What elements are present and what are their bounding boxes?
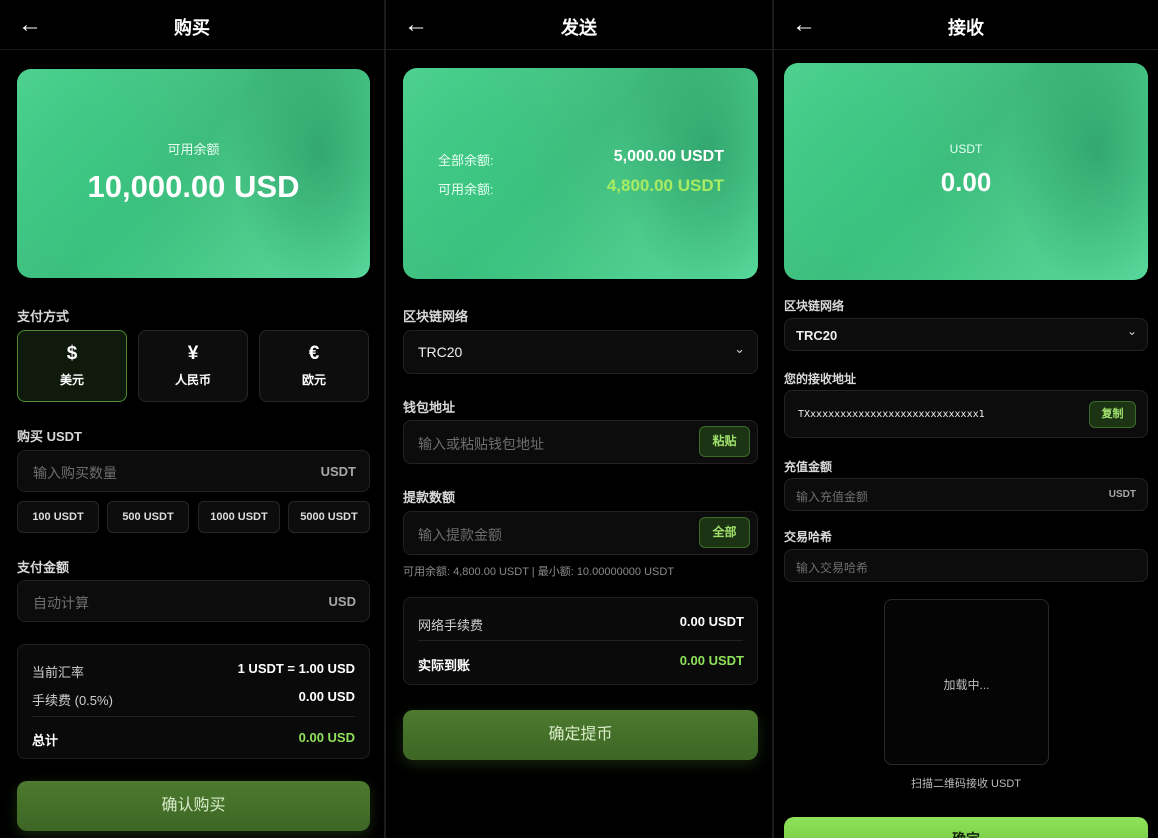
dollar-icon: $: [66, 343, 78, 364]
page-title: 接收: [948, 18, 984, 38]
qr-code-box: 加载中...: [884, 599, 1049, 765]
total-balance-label: 全部余额:: [438, 153, 494, 168]
tx-hash-label: 交易哈希: [784, 530, 833, 544]
pay-method-label: 人民币: [174, 373, 211, 387]
available-balance-label: 可用余额:: [438, 182, 494, 197]
quick-amount-100-button[interactable]: 100 USDT: [17, 501, 99, 533]
confirm-buy-button[interactable]: 确认购买: [17, 781, 370, 831]
balance-card: 可用余额 10,000.00 USD: [17, 69, 370, 278]
pay-method-label: 欧元: [301, 373, 326, 387]
buy-amount-input[interactable]: 输入购买数量 USDT: [17, 450, 370, 492]
withdraw-hint: 可用余额: 4,800.00 USDT | 最小额: 10.00000000 U…: [403, 566, 675, 578]
pay-amount-placeholder: 自动计算: [33, 595, 89, 611]
summary-divider: [32, 716, 355, 717]
buy-usdt-label: 购买 USDT: [17, 429, 83, 444]
quick-amount-5000-button[interactable]: 5000 USDT: [288, 501, 370, 533]
all-amount-button[interactable]: 全部: [699, 517, 750, 548]
pay-method-usd-button[interactable]: $ 美元: [17, 330, 127, 402]
send-header: ← 发送: [386, 0, 772, 50]
fee-summary-box: 网络手续费 0.00 USDT 实际到账 0.00 USDT: [403, 597, 758, 685]
buy-header: ← 购买: [0, 0, 384, 50]
receive-address-label: 您的接收地址: [784, 372, 857, 386]
wallet-address-label: 钱包地址: [403, 400, 456, 415]
send-panel: ← 发送 全部余额: 5,000.00 USDT 可用余额: 4,800.00 …: [386, 0, 772, 838]
withdraw-amount-placeholder: 输入提款金额: [418, 527, 502, 543]
network-label: 区块链网络: [784, 299, 845, 313]
actual-receive-value: 0.00 USDT: [679, 653, 744, 668]
network-select[interactable]: TRC20 ⌄: [784, 318, 1148, 351]
deposit-amount-label: 充值金额: [784, 460, 833, 474]
total-balance-value: 5,000.00 USDT: [613, 148, 724, 165]
fee-label: 手续费 (0.5%): [32, 693, 113, 708]
total-value: 0.00 USD: [298, 730, 355, 745]
fee-value: 0.00 USD: [298, 689, 355, 704]
receive-header: ← 接收: [774, 0, 1158, 50]
total-label: 总计: [32, 733, 59, 748]
pay-amount-unit: USD: [328, 594, 356, 609]
wallet-address-placeholder: 输入或粘贴钱包地址: [418, 436, 544, 452]
network-selected-value: TRC20: [418, 344, 463, 360]
tx-hash-placeholder: 输入交易哈希: [796, 561, 869, 575]
pay-method-eur-button[interactable]: € 欧元: [259, 330, 369, 402]
tx-hash-input[interactable]: 输入交易哈希: [784, 549, 1148, 582]
deposit-amount-placeholder: 输入充值金额: [796, 490, 869, 504]
balance-value: 10,000.00 USD: [87, 169, 300, 204]
euro-icon: €: [308, 343, 320, 364]
pay-amount-field: 自动计算 USD: [17, 580, 370, 622]
actual-receive-label: 实际到账: [418, 658, 471, 673]
page-title: 发送: [561, 18, 597, 38]
available-balance-value: 4,800.00 USDT: [606, 176, 724, 195]
send-balance-card: 全部余额: 5,000.00 USDT 可用余额: 4,800.00 USDT: [403, 68, 758, 279]
copy-address-button[interactable]: 复制: [1089, 401, 1136, 428]
receive-balance-card: USDT 0.00: [784, 63, 1148, 280]
pay-amount-label: 支付金额: [17, 560, 70, 575]
rate-value: 1 USDT = 1.00 USD: [237, 661, 355, 676]
receive-balance: 0.00: [940, 167, 992, 197]
network-selected-value: TRC20: [796, 328, 838, 343]
page-title: 购买: [174, 18, 210, 38]
fee-divider: [418, 640, 743, 641]
pay-method-cny-button[interactable]: ¥ 人民币: [138, 330, 248, 402]
withdraw-amount-label: 提款数额: [403, 490, 456, 505]
balance-label: 可用余额: [167, 142, 220, 157]
yen-icon: ¥: [187, 343, 199, 364]
buy-amount-unit: USDT: [320, 464, 356, 479]
paste-button[interactable]: 粘贴: [699, 426, 750, 457]
rate-label: 当前汇率: [32, 665, 85, 680]
buy-panel: ← 购买 可用余额 10,000.00 USD 支付方式 $ 美元 ¥ 人民币 …: [0, 0, 384, 838]
summary-box: 当前汇率 1 USDT = 1.00 USD 手续费 (0.5%) 0.00 U…: [17, 644, 370, 759]
deposit-amount-input[interactable]: 输入充值金额 USDT: [784, 478, 1148, 511]
deposit-amount-unit: USDT: [1108, 489, 1136, 500]
receive-panel: ← 接收 USDT 0.00 区块链网络 TRC20 ⌄ 您的接收地址 TXxx…: [774, 0, 1158, 838]
pay-method-label: 美元: [59, 373, 84, 387]
confirm-receive-button[interactable]: 确定: [784, 817, 1148, 838]
chevron-down-icon: ⌄: [1126, 324, 1137, 338]
qr-loading-text: 加载中...: [943, 678, 990, 692]
receive-currency: USDT: [949, 142, 983, 156]
network-fee-value: 0.00 USDT: [679, 614, 744, 629]
chevron-down-icon: ⌄: [734, 341, 745, 356]
confirm-withdraw-button[interactable]: 确定提币: [403, 710, 758, 760]
network-select[interactable]: TRC20 ⌄: [403, 330, 758, 374]
buy-amount-placeholder: 输入购买数量: [33, 465, 117, 481]
receive-address-value: TXxxxxxxxxxxxxxxxxxxxxxxxxxxxx1: [798, 409, 985, 420]
network-fee-label: 网络手续费: [418, 618, 484, 633]
quick-amount-500-button[interactable]: 500 USDT: [107, 501, 189, 533]
quick-amount-1000-button[interactable]: 1000 USDT: [198, 501, 280, 533]
payment-method-label: 支付方式: [17, 309, 70, 324]
network-label: 区块链网络: [403, 309, 469, 324]
qr-caption: 扫描二维码接收 USDT: [911, 778, 1021, 790]
